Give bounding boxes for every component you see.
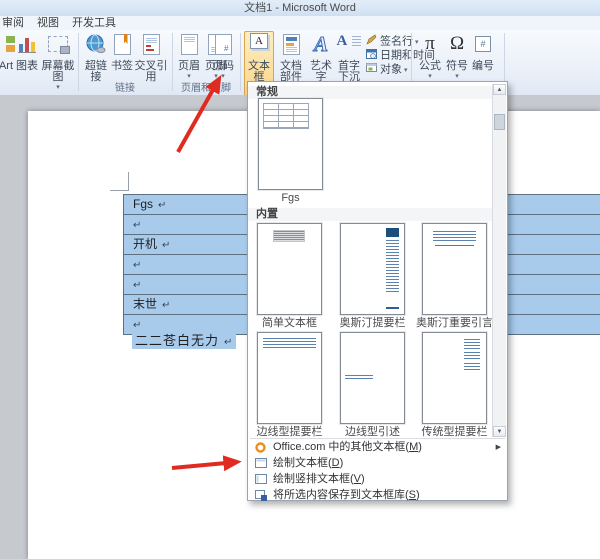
draw-vertical-textbox-icon [255, 474, 267, 489]
paragraph-mark: ↵ [224, 337, 233, 348]
wordart-icon: A [308, 33, 334, 57]
draw-textbox-icon [255, 458, 267, 473]
hyperlink-button[interactable]: 超链接 [81, 32, 111, 82]
selected-text: 二二苍白无力 [135, 333, 219, 348]
page-number-icon: # [209, 33, 237, 57]
paragraph-mark: ↵ [133, 280, 141, 291]
bookmark-icon [110, 33, 134, 57]
tab-review[interactable]: 审阅 [2, 16, 24, 30]
screenshot-button[interactable]: 屏幕截图 ▾ [40, 32, 76, 82]
drop-cap-icon: A [334, 33, 364, 57]
gallery-item-traditional-sidebar[interactable]: 传统型提要栏 [414, 332, 495, 438]
traditional-sidebar-thumbnail [422, 332, 487, 424]
scroll-down-icon: ▼ [497, 429, 503, 435]
paragraph-mark: ↵ [162, 240, 170, 251]
gallery-item-austin-sidebar[interactable]: 奥斯汀提要栏 [332, 223, 413, 329]
group-divider [240, 33, 241, 91]
equation-icon: π [417, 33, 443, 57]
cross-reference-icon [133, 33, 169, 57]
header-button[interactable]: 页眉 ▾ [176, 32, 202, 82]
wordart-button[interactable]: A 艺术字 ▾ [308, 32, 334, 82]
menu-item-more-textboxes-officecom[interactable]: Office.com 中的其他文本框(M) ▶ [248, 440, 507, 455]
number-icon: # [470, 33, 496, 57]
signature-line-icon [366, 34, 377, 49]
scrollbar-thumb[interactable] [494, 114, 505, 130]
gallery-item-edge-sidebar[interactable]: 边线型提要栏 [249, 332, 330, 438]
section-header-builtin: 内置 [248, 208, 501, 221]
drop-cap-button[interactable]: A 首字下沉 ▾ [334, 32, 364, 82]
gallery-item-edge-quote[interactable]: 边线型引述 [332, 332, 413, 438]
window-title: 文档1 - Microsoft Word [244, 2, 356, 14]
title-bar: 文档1 - Microsoft Word [0, 0, 600, 16]
quick-parts-icon [275, 33, 307, 57]
cross-reference-button[interactable]: 交叉引用 [133, 32, 169, 82]
paragraph-mark: ↵ [162, 300, 170, 311]
austin-pull-quote-thumbnail [422, 223, 487, 315]
number-button[interactable]: # 编号 [470, 32, 496, 82]
ribbon-tab-row: 审阅 视图 开发工具 [0, 16, 600, 30]
hyperlink-icon [81, 33, 111, 57]
chart-icon [14, 33, 40, 57]
group-label-links: 链接 [80, 83, 170, 94]
tab-view[interactable]: 视图 [37, 16, 59, 30]
scroll-up-icon: ▲ [497, 87, 503, 93]
header-icon [176, 33, 202, 57]
menu-item-draw-textbox[interactable]: 绘制文本框(D) [248, 456, 507, 471]
austin-sidebar-thumbnail [340, 223, 405, 315]
paragraph-mark: ↵ [158, 200, 166, 211]
group-label-header-footer: 页眉和页脚 [172, 83, 240, 94]
symbol-button[interactable]: Ω 符号 ▾ [445, 32, 469, 82]
fgs-thumbnail [258, 98, 323, 190]
page-number-button[interactable]: # 页码 ▾ [209, 32, 237, 82]
equation-button[interactable]: π 公式 ▾ [417, 32, 443, 82]
menu-item-draw-vertical-textbox[interactable]: 绘制竖排文本框(V) [248, 472, 507, 487]
tab-developer[interactable]: 开发工具 [72, 16, 116, 30]
scroll-up-button[interactable]: ▲ [493, 84, 506, 95]
word-window: 文档1 - Microsoft Word 审阅 视图 开发工具 Art 图表 [0, 0, 600, 559]
menu-item-save-selection-to-gallery[interactable]: 将所选内容保存到文本框库(S) [248, 488, 507, 503]
gallery-scrollbar[interactable]: ▲ ▼ [492, 84, 506, 437]
paragraph-mark: ↵ [133, 260, 141, 271]
bookmark-button[interactable]: 书签 [110, 32, 134, 82]
simple-textbox-thumbnail [257, 223, 322, 315]
gallery-item-fgs[interactable]: Fgs [250, 98, 331, 204]
symbol-icon: Ω [445, 33, 469, 57]
textbox-icon: A [245, 33, 273, 57]
margin-crop-mark [110, 172, 129, 191]
object-button[interactable]: 对象▾ [366, 62, 408, 75]
menu-separator [250, 438, 505, 439]
textbox-gallery-dropdown: 常规 Fgs 内置 简单文本框 奥斯汀提要栏 [247, 81, 508, 501]
scroll-down-button[interactable]: ▼ [493, 426, 506, 437]
submenu-arrow-icon: ▶ [496, 440, 501, 455]
edge-quote-thumbnail [340, 332, 405, 424]
screenshot-icon [40, 33, 76, 57]
quick-parts-button[interactable]: 文档部件 ▾ [275, 32, 307, 82]
gallery-item-simple-textbox[interactable]: 简单文本框 [249, 223, 330, 329]
chart-button[interactable]: 图表 [14, 32, 40, 82]
edge-sidebar-thumbnail [257, 332, 322, 424]
object-icon [366, 62, 377, 77]
group-divider [78, 33, 79, 91]
gallery-item-austin-pull-quote[interactable]: 奥斯汀重要引言 [414, 223, 495, 329]
paragraph-mark: ↵ [133, 220, 141, 231]
date-time-icon [366, 48, 377, 63]
save-selection-icon [255, 490, 267, 506]
selected-text-line[interactable]: 二二苍白无力 ↵ [132, 330, 236, 350]
